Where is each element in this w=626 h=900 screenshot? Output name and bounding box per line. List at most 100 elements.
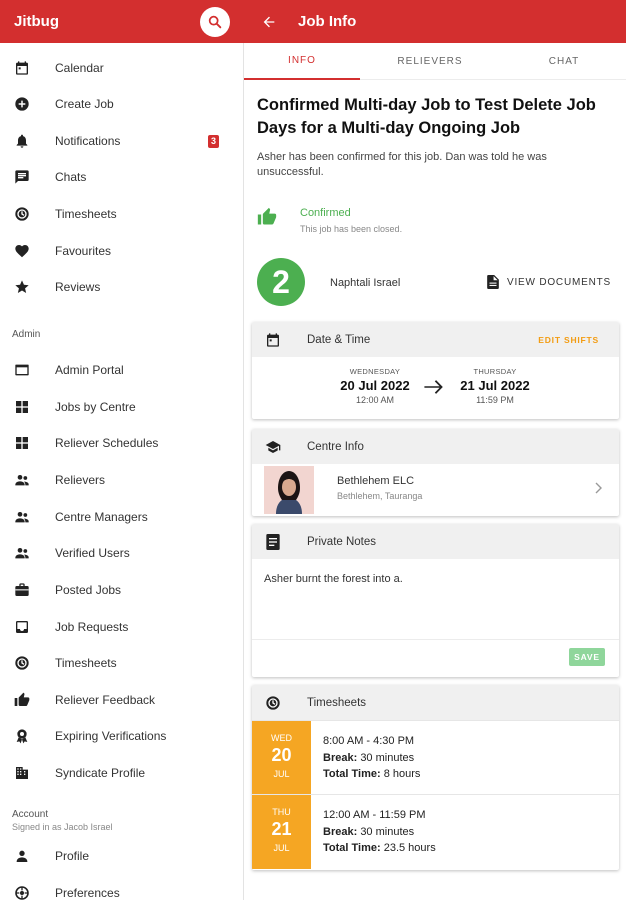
nav-item-admin-portal[interactable]: Admin Portal xyxy=(0,355,244,385)
start-time: 12:00 AM xyxy=(355,395,395,405)
end-date-value: 21 Jul 2022 xyxy=(460,378,530,393)
nav-label: Reliever Schedules xyxy=(55,436,159,450)
nav-label: Centre Managers xyxy=(55,510,148,524)
notification-badge: 3 xyxy=(208,134,219,148)
nav-item-reviews[interactable]: Reviews xyxy=(0,272,244,302)
timesheet-icon xyxy=(12,653,32,673)
tab-chat[interactable]: CHAT xyxy=(506,43,622,80)
notes-editor[interactable]: Asher burnt the forest into a. SAVE xyxy=(252,559,619,675)
note-icon xyxy=(264,533,282,551)
nav-item-notifications[interactable]: Notifications 3 xyxy=(0,126,244,156)
save-notes-button[interactable]: SAVE xyxy=(569,648,605,666)
timesheets-title: Timesheets xyxy=(307,696,367,709)
timesheet-details: 12:00 AM - 11:59 PM Break: 30 minutes To… xyxy=(323,807,436,857)
nav-item-expiring-verifications[interactable]: Expiring Verifications xyxy=(0,721,244,751)
reliever-avatar: 2 xyxy=(257,258,305,306)
nav-item-job-requests[interactable]: Job Requests xyxy=(0,612,244,642)
navigation-drawer: Calendar Create Job Notifications 3 Chat… xyxy=(0,43,244,900)
nav-label: Calendar xyxy=(55,61,104,75)
total-value: 23.5 hours xyxy=(383,842,436,854)
centre-name: Bethlehem ELC xyxy=(337,475,415,487)
timesheet-row[interactable]: WED 20 JUL 8:00 AM - 4:30 PM Break: 30 m… xyxy=(252,720,619,795)
bell-icon xyxy=(12,131,32,151)
tab-info[interactable]: INFO xyxy=(244,43,360,80)
nav-label: Posted Jobs xyxy=(55,583,122,597)
grid-icon xyxy=(12,433,32,453)
people-icon xyxy=(12,470,32,490)
tab-relievers[interactable]: RELIEVERS xyxy=(372,43,488,80)
job-status: Confirmed xyxy=(300,207,351,219)
nav-item-syndicate-profile[interactable]: Syndicate Profile xyxy=(0,758,244,788)
nav-label: Relievers xyxy=(55,473,106,487)
nav-item-posted-jobs[interactable]: Posted Jobs xyxy=(0,575,244,605)
job-status-detail: This job has been closed. xyxy=(300,224,403,234)
reliever-name: Naphtali Israel xyxy=(330,277,401,289)
total-value: 8 hours xyxy=(383,768,421,780)
tab-bar: INFO RELIEVERS CHAT xyxy=(244,43,626,80)
nav-item-jobs-by-centre[interactable]: Jobs by Centre xyxy=(0,392,244,422)
school-icon xyxy=(264,438,282,456)
nav-item-reliever-feedback[interactable]: Reliever Feedback xyxy=(0,685,244,715)
inbox-icon xyxy=(12,617,32,637)
nav-item-relievers[interactable]: Relievers xyxy=(0,465,244,495)
nav-item-centre-managers[interactable]: Centre Managers xyxy=(0,502,244,532)
timesheet-row[interactable]: THU 21 JUL 12:00 AM - 11:59 PM Break: 30… xyxy=(252,794,619,869)
people-icon xyxy=(12,507,32,527)
timesheet-hours: 12:00 AM - 11:59 PM xyxy=(323,809,426,821)
break-label: Break: xyxy=(323,825,358,838)
nav-label: Reviews xyxy=(55,280,101,294)
nav-item-chats[interactable]: Chats xyxy=(0,162,244,192)
admin-section-label: Admin xyxy=(12,329,41,340)
nav-item-timesheets[interactable]: Timesheets xyxy=(0,199,244,229)
nav-item-calendar[interactable]: Calendar xyxy=(0,53,244,83)
start-date: WEDNESDAY 20 Jul 2022 12:00 AM xyxy=(330,367,420,405)
date-time-header: Date & Time EDIT SHIFTS xyxy=(252,322,619,357)
nav-label: Expiring Verifications xyxy=(55,729,167,743)
arrow-back-icon xyxy=(263,16,275,27)
nav-item-profile[interactable]: Profile xyxy=(0,841,244,871)
calendar-icon xyxy=(264,331,282,349)
notes-text[interactable]: Asher burnt the forest into a. xyxy=(264,573,403,585)
view-documents-button[interactable]: VIEW DOCUMENTS xyxy=(487,275,611,289)
timesheet-date: WED 20 JUL xyxy=(252,721,311,795)
award-icon xyxy=(12,726,32,746)
break-value: 30 minutes xyxy=(360,825,415,838)
page-title: Job Info xyxy=(298,13,357,30)
date-time-card: Date & Time EDIT SHIFTS WEDNESDAY 20 Jul… xyxy=(252,322,619,419)
timesheet-total: Total Time: 8 hours xyxy=(323,766,420,783)
centre-info-title: Centre Info xyxy=(307,440,364,453)
centre-photo xyxy=(264,466,314,514)
timesheet-date: THU 21 JUL xyxy=(252,795,311,869)
timesheet-month: JUL xyxy=(273,843,290,853)
centre-row[interactable]: Bethlehem ELC Bethlehem, Tauranga xyxy=(252,464,619,514)
timesheet-icon xyxy=(12,204,32,224)
calendar-icon xyxy=(12,58,32,78)
arrow-right-icon xyxy=(424,380,443,394)
nav-item-preferences[interactable]: Preferences xyxy=(0,878,244,900)
nav-item-create-job[interactable]: Create Job xyxy=(0,89,244,119)
search-button[interactable] xyxy=(200,6,230,37)
nav-label: Jobs by Centre xyxy=(55,400,136,414)
briefcase-icon xyxy=(12,580,32,600)
timesheet-break: Break: 30 minutes xyxy=(323,750,420,767)
document-icon xyxy=(487,275,499,289)
person-icon xyxy=(12,846,32,866)
signed-in-as: Signed in as Jacob Israel xyxy=(12,822,113,832)
nav-item-verified-users[interactable]: Verified Users xyxy=(0,538,244,568)
view-documents-label: VIEW DOCUMENTS xyxy=(507,276,611,288)
nav-item-favourites[interactable]: Favourites xyxy=(0,236,244,266)
top-app-bar: Job Info xyxy=(244,0,626,43)
nav-label: Chats xyxy=(55,170,87,184)
edit-shifts-button[interactable]: EDIT SHIFTS xyxy=(538,335,599,345)
back-button[interactable] xyxy=(258,11,280,33)
nav-item-reliever-schedules[interactable]: Reliever Schedules xyxy=(0,428,244,458)
search-icon xyxy=(208,15,222,28)
nav-label: Reliever Feedback xyxy=(55,693,156,707)
timesheet-month: JUL xyxy=(273,769,290,779)
nav-item-admin-timesheets[interactable]: Timesheets xyxy=(0,648,244,678)
centre-info-card: Centre Info Bethlehem ELC Bethlehem, Tau… xyxy=(252,429,619,516)
start-date-value: 20 Jul 2022 xyxy=(340,378,410,393)
nav-label: Timesheets xyxy=(55,656,117,670)
nav-label: Verified Users xyxy=(55,546,130,560)
heart-icon xyxy=(12,241,32,261)
